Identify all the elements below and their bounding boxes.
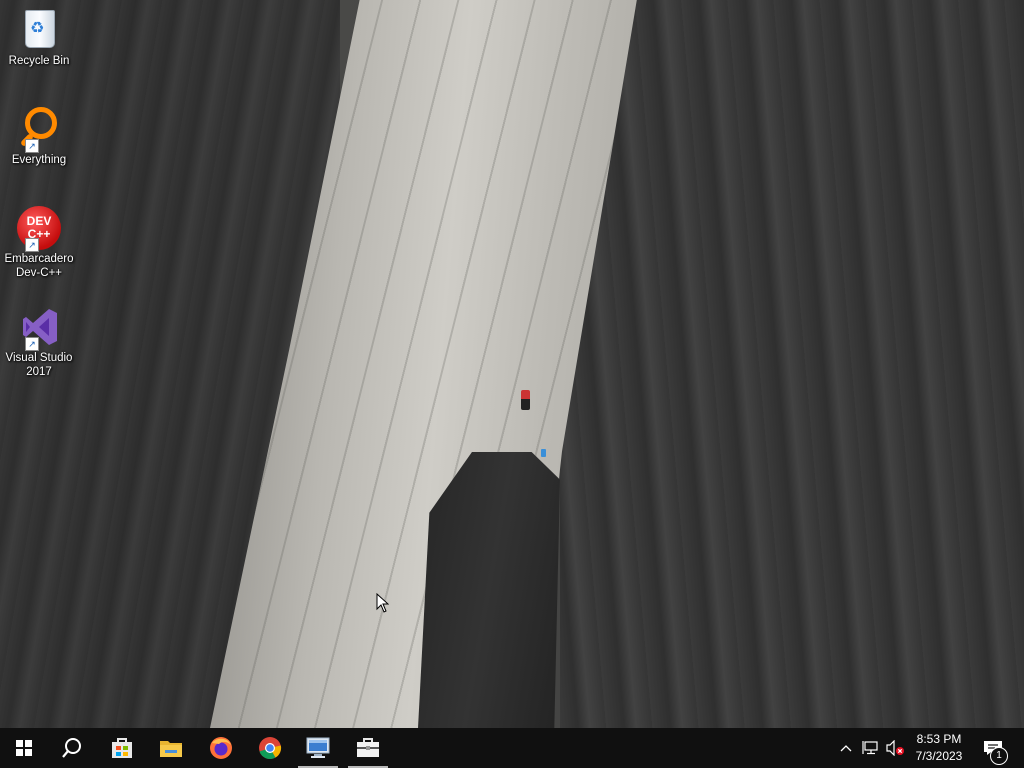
network-tray-button[interactable] <box>860 728 882 768</box>
desktop-wallpaper <box>0 0 1024 728</box>
wallpaper-climber <box>521 390 530 410</box>
everything-search-icon: ↗ <box>17 107 61 153</box>
dev-cpp-icon: DEV C++ ↗ <box>17 206 61 252</box>
remote-desktop-icon <box>306 737 330 758</box>
shortcut-arrow-icon: ↗ <box>25 238 39 252</box>
taskbar-briefcase-button[interactable] <box>344 728 392 768</box>
dev-cpp-badge: DEV C++ <box>17 206 61 250</box>
volume-tray-button[interactable] <box>884 728 906 768</box>
taskbar: 8:53 PM 7/3/2023 1 <box>0 728 1024 768</box>
desktop-icon-dev-cpp[interactable]: DEV C++ ↗ Embarcadero Dev-C++ <box>2 206 76 280</box>
windows-icon <box>16 740 32 756</box>
desktop-icon-label: Everything <box>11 154 67 166</box>
recycle-bin-icon: ♻ <box>17 8 61 52</box>
notification-count-badge: 1 <box>990 747 1008 765</box>
visual-studio-icon: ↗ <box>17 305 61 351</box>
search-button[interactable] <box>48 728 96 768</box>
taskbar-remote-desktop-button[interactable] <box>294 728 342 768</box>
network-icon <box>862 741 878 755</box>
shortcut-arrow-icon: ↗ <box>25 337 39 351</box>
briefcase-icon <box>357 738 379 757</box>
taskbar-firefox-button[interactable] <box>197 728 245 768</box>
wallpaper-climber-belayer <box>541 449 546 457</box>
action-center-button[interactable]: 1 <box>980 728 1024 768</box>
desktop-icon-everything[interactable]: ↗ Everything <box>2 107 76 167</box>
system-clock[interactable]: 8:53 PM 7/3/2023 <box>906 731 972 765</box>
start-button[interactable] <box>0 728 48 768</box>
desktop-icon-label: Visual Studio 2017 <box>5 352 73 378</box>
desktop-icon-label: Embarcadero Dev-C++ <box>4 253 74 279</box>
desktop-icon-label: Recycle Bin <box>8 55 70 67</box>
search-icon <box>62 738 81 758</box>
wallpaper-rock-right <box>560 0 1024 728</box>
firefox-icon <box>210 737 232 759</box>
desktop-icon-visual-studio[interactable]: ↗ Visual Studio 2017 <box>2 305 76 379</box>
clock-date: 7/3/2023 <box>915 749 963 763</box>
shortcut-arrow-icon: ↗ <box>25 139 39 153</box>
desktop-icon-recycle-bin[interactable]: ♻ Recycle Bin <box>2 8 76 68</box>
chevron-up-icon <box>840 745 852 752</box>
taskbar-chrome-button[interactable] <box>246 728 294 768</box>
show-hidden-icons-button[interactable] <box>836 728 856 768</box>
volume-muted-icon <box>886 740 904 756</box>
folder-icon <box>160 741 182 757</box>
taskbar-store-button[interactable] <box>98 728 146 768</box>
store-icon <box>112 738 132 758</box>
mouse-cursor-icon <box>376 593 389 613</box>
clock-time: 8:53 PM <box>916 732 962 746</box>
chrome-icon <box>259 737 282 760</box>
taskbar-file-explorer-button[interactable] <box>147 728 195 768</box>
